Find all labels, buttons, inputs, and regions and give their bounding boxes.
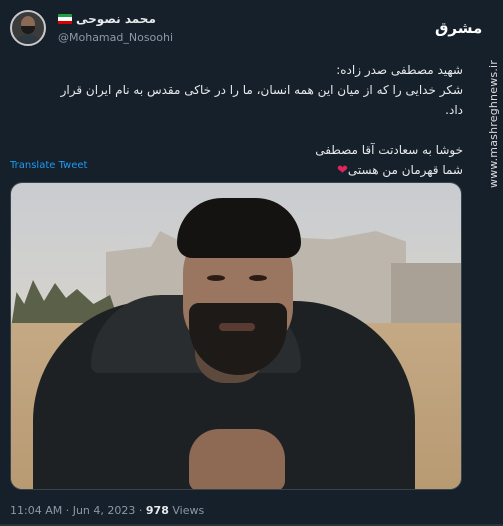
views-label: Views	[172, 504, 205, 517]
site-url-watermark: www.mashreghnews.ir	[487, 60, 500, 188]
meta-separator-2: ·	[138, 504, 143, 517]
tweet-text: شهید مصطفی صدر زاده: شکر خدایی را که از …	[43, 60, 463, 181]
meta-separator-1: ·	[65, 504, 70, 517]
avatar-beard	[21, 26, 35, 34]
display-name-text: محمد نصوحی	[76, 12, 156, 26]
tweet-line-3: خوشا به سعادتت آقا مصطفی	[315, 143, 463, 157]
tweet-line-2: شکر خدایی را که از میان این همه انسان، م…	[60, 83, 463, 117]
user-display-name[interactable]: محمد نصوحی	[58, 12, 156, 26]
tweet-date[interactable]: Jun 4, 2023	[73, 504, 136, 517]
tweet-line-4-text: شما قهرمان من هستی	[347, 163, 463, 177]
user-handle[interactable]: @Mohamad_Nosoohi	[58, 31, 173, 44]
heart-icon: ❤	[336, 163, 348, 178]
photo-hair	[177, 198, 301, 258]
tweet-time[interactable]: 11:04 AM	[10, 504, 62, 517]
tweet-photo[interactable]	[10, 182, 462, 490]
photo-hand	[189, 429, 285, 489]
avatar[interactable]	[10, 10, 46, 46]
tweet-meta: 11:04 AM · Jun 4, 2023 · 978 Views	[10, 504, 204, 517]
photo-left-eye	[207, 275, 225, 281]
photo-mouth	[219, 323, 255, 331]
mashregh-logo: مشرق	[435, 19, 483, 37]
views-count: 978	[145, 504, 169, 517]
tweet-line-4: شما قهرمان من هستی❤	[43, 160, 463, 181]
tweet-line-1: شهید مصطفی صدر زاده:	[336, 63, 463, 77]
iran-flag-icon	[58, 14, 72, 24]
photo-ruins-right	[391, 263, 461, 323]
avatar-shirt	[14, 34, 42, 44]
photo-right-eye	[249, 275, 267, 281]
translate-tweet-link[interactable]: Translate Tweet	[10, 160, 87, 171]
